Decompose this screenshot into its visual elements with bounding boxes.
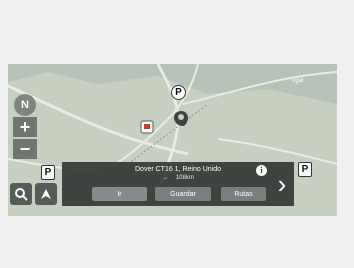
map-screen: ugal P P P N + − Dover CT16 1, Reino Uni… — [8, 64, 337, 216]
direction-arrow-icon: → — [162, 175, 169, 181]
routes-button[interactable]: Rutas — [221, 187, 266, 201]
save-button[interactable]: Guardar — [155, 187, 211, 201]
search-icon — [15, 188, 28, 201]
search-button[interactable] — [10, 183, 32, 205]
compass-icon: N — [21, 99, 29, 111]
go-button[interactable]: Ir — [92, 187, 147, 201]
destination-panel: Dover CT16 1, Reino Unido i → 108km Ir G… — [62, 162, 294, 206]
chevron-right-icon[interactable]: › — [273, 169, 291, 199]
distance-value: 108km — [175, 175, 194, 181]
parking-marker[interactable]: P — [41, 165, 55, 180]
map-city-label: ugal — [292, 78, 304, 84]
distance-row: → 108km — [62, 175, 294, 181]
zoom-out-button[interactable]: − — [13, 139, 37, 159]
zoom-in-button[interactable]: + — [13, 117, 37, 137]
navigation-button[interactable] — [35, 183, 57, 205]
parking-marker[interactable]: P — [298, 162, 312, 177]
navigation-arrow-icon — [41, 189, 51, 199]
parking-marker[interactable]: P — [171, 85, 186, 100]
compass-button[interactable]: N — [14, 94, 36, 116]
ferry-terminal-icon[interactable] — [140, 120, 154, 134]
